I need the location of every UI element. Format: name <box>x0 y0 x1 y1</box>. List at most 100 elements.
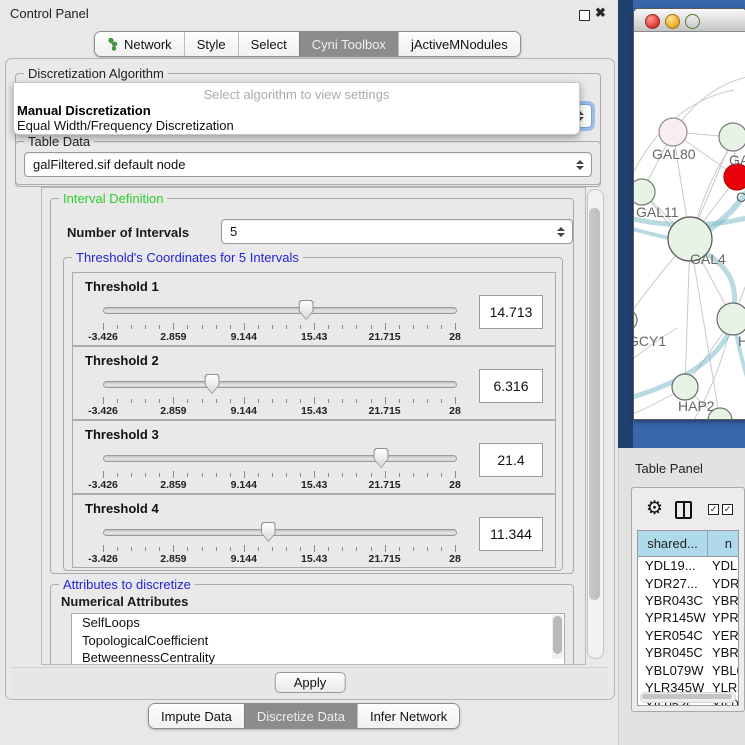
threshold-slider[interactable]: -3.4262.8599.14415.4321.71528 <box>103 373 455 413</box>
network-node-label: H <box>738 333 745 349</box>
threshold-slider[interactable]: -3.4262.8599.14415.4321.71528 <box>103 521 455 561</box>
dropdown-item-manual-discretization[interactable]: Manual Discretization <box>17 103 151 118</box>
cell-shared-name[interactable]: YDL19... <box>638 558 708 573</box>
table-row[interactable]: YBR045CYBR0 <box>638 644 738 661</box>
tab-style[interactable]: Style <box>184 32 238 56</box>
slider-track[interactable] <box>103 381 457 388</box>
tab-select[interactable]: Select <box>238 32 299 56</box>
cell-name[interactable]: YBL0 <box>708 663 738 678</box>
threshold-slider[interactable]: -3.4262.8599.14415.4321.71528 <box>103 299 455 339</box>
table-row[interactable]: YBR043CYBR0 <box>638 592 738 609</box>
table-row[interactable]: YER054CYER0 <box>638 627 738 644</box>
attributes-list-scrollbar[interactable] <box>552 615 563 659</box>
slider-thumb[interactable] <box>374 448 389 468</box>
apply-button[interactable]: Apply <box>275 672 346 693</box>
network-node[interactable] <box>634 309 637 331</box>
attributes-scrollbar-thumb[interactable] <box>553 616 562 654</box>
interval-definition-label: Interval Definition <box>59 191 167 206</box>
threshold-slider[interactable]: -3.4262.8599.14415.4321.71528 <box>103 447 455 487</box>
slider-ticks <box>103 323 455 330</box>
threshold-value-box[interactable]: 11.344 <box>479 517 543 551</box>
cell-name[interactable]: YDR2 <box>708 576 738 591</box>
network-canvas[interactable]: GAL80GAGAL11CGAL4GCY1HHAP2 <box>634 32 745 419</box>
apply-row: Apply <box>12 667 608 699</box>
table-panel-toolbar: ⚙ ✓ ✓ <box>632 488 744 530</box>
cyni-toolbox-panel: Discretization Algorithm Table Data galF… <box>5 58 615 700</box>
cell-name[interactable]: YBR0 <box>708 593 738 608</box>
network-node[interactable] <box>672 374 698 400</box>
table-horizontal-scrollbar[interactable] <box>640 692 736 703</box>
table-panel-box: ⚙ ✓ ✓ shared... n YDL19...YDL1YDR27...YD… <box>631 487 745 712</box>
cell-name[interactable]: YDL1 <box>708 558 738 573</box>
table-row[interactable]: YDR27...YDR2 <box>638 574 738 591</box>
checkbox-icon[interactable]: ✓ <box>708 504 719 515</box>
cell-name[interactable]: YPR1 <box>708 610 738 625</box>
slider-track[interactable] <box>103 307 457 314</box>
cell-shared-name[interactable]: YDR27... <box>638 576 708 591</box>
cell-name[interactable]: YBR0 <box>708 645 738 660</box>
network-desktop-area: GAL80GAGAL11CGAL4GCY1HHAP2 <box>618 0 745 448</box>
control-panel-titlebar: Control Panel ✖ <box>0 0 618 26</box>
cell-shared-name[interactable]: YER054C <box>638 628 708 643</box>
table-row[interactable]: YBL079WYBL0 <box>638 661 738 678</box>
threshold-box: Threshold 1-3.4262.8599.14415.4321.71528… <box>72 272 556 346</box>
float-window-icon[interactable] <box>579 10 590 21</box>
tab-impute-data-label: Impute Data <box>161 709 232 724</box>
thresholds-group-label: Threshold's Coordinates for 5 Intervals <box>72 250 303 265</box>
tab-select-label: Select <box>251 37 287 52</box>
network-node[interactable] <box>634 179 655 205</box>
attribute-list-item[interactable]: BetweennessCentrality <box>72 649 564 665</box>
settings-scrollbar-thumb[interactable] <box>589 208 600 600</box>
network-node[interactable] <box>719 123 745 151</box>
tab-discretize-data[interactable]: Discretize Data <box>244 704 357 728</box>
cell-shared-name[interactable]: YBL079W <box>638 663 708 678</box>
attribute-list-item[interactable]: SelfLoops <box>72 614 564 632</box>
slider-thumb[interactable] <box>299 300 314 320</box>
discretization-algorithm-label: Discretization Algorithm <box>24 66 168 81</box>
settings-scrollbar[interactable] <box>587 189 604 659</box>
tab-cyni-toolbox[interactable]: Cyni Toolbox <box>299 32 398 56</box>
cell-shared-name[interactable]: YPR145W <box>638 610 708 625</box>
network-window: GAL80GAGAL11CGAL4GCY1HHAP2 <box>633 8 745 420</box>
slider-track[interactable] <box>103 455 457 462</box>
close-icon[interactable]: ✖ <box>595 5 606 21</box>
tab-discretize-data-label: Discretize Data <box>257 709 345 724</box>
threshold-value-box[interactable]: 14.713 <box>479 295 543 329</box>
network-window-titlebar[interactable] <box>634 9 745 32</box>
numerical-attributes-list[interactable]: SelfLoopsTopologicalCoefficientBetweenne… <box>71 613 565 665</box>
slider-ticks <box>103 545 455 552</box>
column-header-name[interactable]: n <box>708 531 738 557</box>
zoom-traffic-light-icon[interactable] <box>685 14 700 29</box>
tab-infer-network[interactable]: Infer Network <box>357 704 459 728</box>
tab-network[interactable]: Network <box>95 32 184 56</box>
column-header-shared-name[interactable]: shared... <box>638 531 708 557</box>
threshold-label: Threshold 2 <box>85 353 159 368</box>
attribute-list-item[interactable]: TopologicalCoefficient <box>72 632 564 650</box>
table-data-combobox[interactable]: galFiltered.sif default node <box>24 152 592 177</box>
cell-shared-name[interactable]: YBR043C <box>638 593 708 608</box>
cell-name[interactable]: YER0 <box>708 628 738 643</box>
network-node-label: GAL80 <box>652 146 696 162</box>
table-row[interactable]: YPR145WYPR1 <box>638 609 738 626</box>
tab-impute-data[interactable]: Impute Data <box>149 704 244 728</box>
threshold-value-box[interactable]: 6.316 <box>479 369 543 403</box>
tab-jactivemnodules[interactable]: jActiveMNodules <box>398 32 520 56</box>
minimize-traffic-light-icon[interactable] <box>665 14 680 29</box>
network-node[interactable] <box>717 303 745 335</box>
num-intervals-combobox[interactable]: 5 <box>221 219 573 244</box>
close-traffic-light-icon[interactable] <box>645 14 660 29</box>
table-scrollbar-thumb[interactable] <box>642 694 732 699</box>
cell-shared-name[interactable]: YBR045C <box>638 645 708 660</box>
checkbox-icon[interactable]: ✓ <box>722 504 733 515</box>
network-node[interactable] <box>659 118 687 146</box>
columns-icon[interactable] <box>675 501 692 519</box>
slider-thumb[interactable] <box>261 522 276 542</box>
dropdown-item-equal-width-frequency[interactable]: Equal Width/Frequency Discretization <box>17 118 234 133</box>
slider-thumb[interactable] <box>205 374 220 394</box>
attributes-group: Attributes to discretize Numerical Attri… <box>50 584 574 665</box>
gear-icon[interactable]: ⚙ <box>646 497 663 520</box>
slider-track[interactable] <box>103 529 457 536</box>
threshold-value-box[interactable]: 21.4 <box>479 443 543 477</box>
slider-tick-labels: -3.4262.8599.14415.4321.71528 <box>103 479 455 491</box>
table-row[interactable]: YDL19...YDL1 <box>638 557 738 574</box>
